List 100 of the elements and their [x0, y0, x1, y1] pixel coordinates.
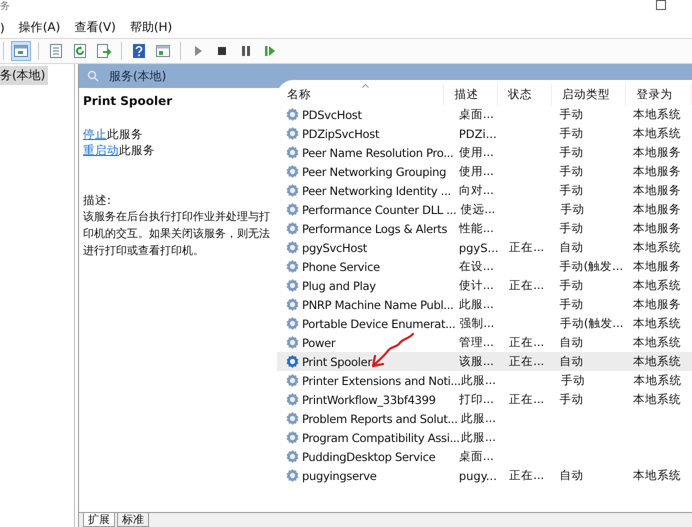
- table-cell: 使用...: [458, 164, 494, 179]
- gear-icon: [285, 240, 300, 255]
- table-cell: 手动: [560, 183, 584, 198]
- service-name: Plug and Play: [302, 278, 376, 292]
- column-header[interactable]: 描述: [444, 84, 498, 105]
- table-cell: 手动(触发...: [560, 259, 624, 274]
- service-title: Print Spooler: [83, 94, 174, 108]
- action-link[interactable]: 停止: [83, 127, 107, 141]
- table-cell: 手动: [560, 373, 585, 388]
- action-link[interactable]: 重启动: [83, 143, 119, 157]
- gear-icon: [285, 468, 300, 483]
- table-cell: 打印...: [458, 392, 494, 407]
- table-cell: 手动: [560, 164, 584, 179]
- table-cell: 自动: [560, 354, 584, 369]
- service-name: pugyingserve: [302, 468, 377, 482]
- description-text: 该服务在后台执行打印作业并处理与打印机的交互。如果关闭该服务，则无法进行打印或查看打印机。: [83, 209, 271, 259]
- gear-icon: [285, 411, 300, 426]
- table-cell: 手动: [560, 145, 584, 160]
- table-cell: 手动: [560, 392, 584, 407]
- table-cell: 正在...: [509, 335, 544, 350]
- gear-icon: [285, 259, 300, 274]
- service-name: Phone Service: [302, 260, 380, 274]
- menu-item[interactable]: 帮助(H): [130, 19, 172, 36]
- menu-item[interactable]: 查看(V): [74, 19, 116, 36]
- table-cell: 正在...: [509, 278, 544, 293]
- gear-icon: [285, 297, 300, 312]
- table-cell: 本地系统: [632, 392, 681, 407]
- table-cell: pugy...: [458, 468, 497, 482]
- table-cell: 本地服务: [632, 183, 681, 198]
- action-text: 停止此服务: [83, 126, 144, 142]
- column-header[interactable]: 名称: [277, 84, 444, 105]
- table-cell: 在设...: [458, 259, 494, 274]
- description-label: 描述:: [83, 192, 112, 208]
- table-cell: 手动(触发...: [560, 316, 624, 331]
- table-cell: 本地服务: [633, 202, 682, 217]
- gear-icon: [285, 354, 300, 369]
- table-cell: 此服...: [461, 373, 496, 388]
- table-cell: 本地服务: [632, 145, 681, 160]
- view-pane-icon: [13, 43, 29, 59]
- table-cell: 管理...: [458, 335, 494, 350]
- table-cell: 正在...: [509, 468, 544, 483]
- gear-icon: [285, 126, 300, 141]
- table-cell: 该服...: [458, 354, 494, 369]
- gear-icon: [285, 373, 300, 388]
- service-name: Peer Networking Grouping: [302, 164, 446, 178]
- table-cell: 此服...: [458, 297, 494, 312]
- table-cell: 正在...: [509, 392, 544, 407]
- table-cell: 此服...: [461, 430, 496, 445]
- table-cell: 自动: [560, 335, 584, 350]
- table-cell: 桌面...: [458, 449, 494, 464]
- table-cell: 此服...: [461, 411, 496, 426]
- column-header[interactable]: 登录为: [626, 84, 692, 105]
- gear-icon: [285, 430, 300, 445]
- table-cell: 使计...: [458, 278, 494, 293]
- service-name: Printer Extensions and Noti...: [302, 374, 461, 388]
- service-name: PrintWorkflow_33bf4399: [302, 392, 436, 406]
- table-cell: 本地系统: [632, 354, 681, 369]
- service-name: pgySvcHost: [302, 240, 368, 254]
- gear-icon: [285, 164, 300, 179]
- table-cell: PDZi...: [458, 126, 497, 140]
- sort-caret-icon: [362, 84, 369, 88]
- column-header[interactable]: 状态: [498, 84, 552, 105]
- table-cell: 本地服务: [632, 164, 681, 179]
- gear-icon: [285, 392, 300, 407]
- table-cell: 使远...: [460, 202, 496, 217]
- tree-item[interactable]: 务(本地): [0, 66, 48, 85]
- table-cell: 性能...: [458, 221, 494, 236]
- console-pane-icon: [155, 43, 171, 59]
- column-header[interactable]: 启动类型: [552, 84, 626, 105]
- service-name: PuddingDesktop Service: [302, 450, 436, 464]
- gear-icon: [285, 107, 300, 122]
- service-name: Problem Reports and Solut...: [302, 412, 458, 426]
- service-name: Peer Networking Identity ...: [302, 184, 451, 198]
- gear-icon: [285, 145, 300, 160]
- table-cell: 本地系统: [632, 316, 681, 331]
- pane-title: 服务(本地): [109, 68, 166, 84]
- table-cell: 本地系统: [632, 468, 681, 483]
- table-cell: 正在...: [509, 240, 544, 255]
- gear-icon: [285, 202, 300, 217]
- table-cell: 自动: [560, 240, 584, 255]
- table-cell: 自动: [560, 468, 584, 483]
- table-cell: 正在...: [509, 354, 544, 369]
- service-name: Performance Counter DLL ...: [302, 202, 456, 216]
- service-name: Program Compatibility Assi...: [302, 430, 460, 444]
- view-tab[interactable]: 标准: [117, 513, 149, 527]
- table-cell: 本地服务: [632, 221, 681, 236]
- table-cell: 手动: [560, 221, 584, 236]
- table-cell: 手动: [560, 107, 584, 122]
- menu-item[interactable]: ): [0, 20, 5, 34]
- selected-row[interactable]: Print Spooler 该服... 正在... 自动 本地系统: [277, 352, 692, 371]
- gear-icon: [285, 316, 300, 331]
- service-name: PDSvcHost: [302, 108, 362, 122]
- export-icon: [96, 43, 112, 59]
- window-title: 务: [0, 0, 10, 13]
- view-tab[interactable]: 扩展: [83, 513, 115, 527]
- maximize-icon[interactable]: [656, 0, 666, 10]
- table-cell: 本地系统: [632, 240, 681, 255]
- menu-item[interactable]: 操作(A): [18, 19, 60, 36]
- table-cell: 本地系统: [632, 126, 681, 141]
- refresh-icon: [72, 43, 88, 59]
